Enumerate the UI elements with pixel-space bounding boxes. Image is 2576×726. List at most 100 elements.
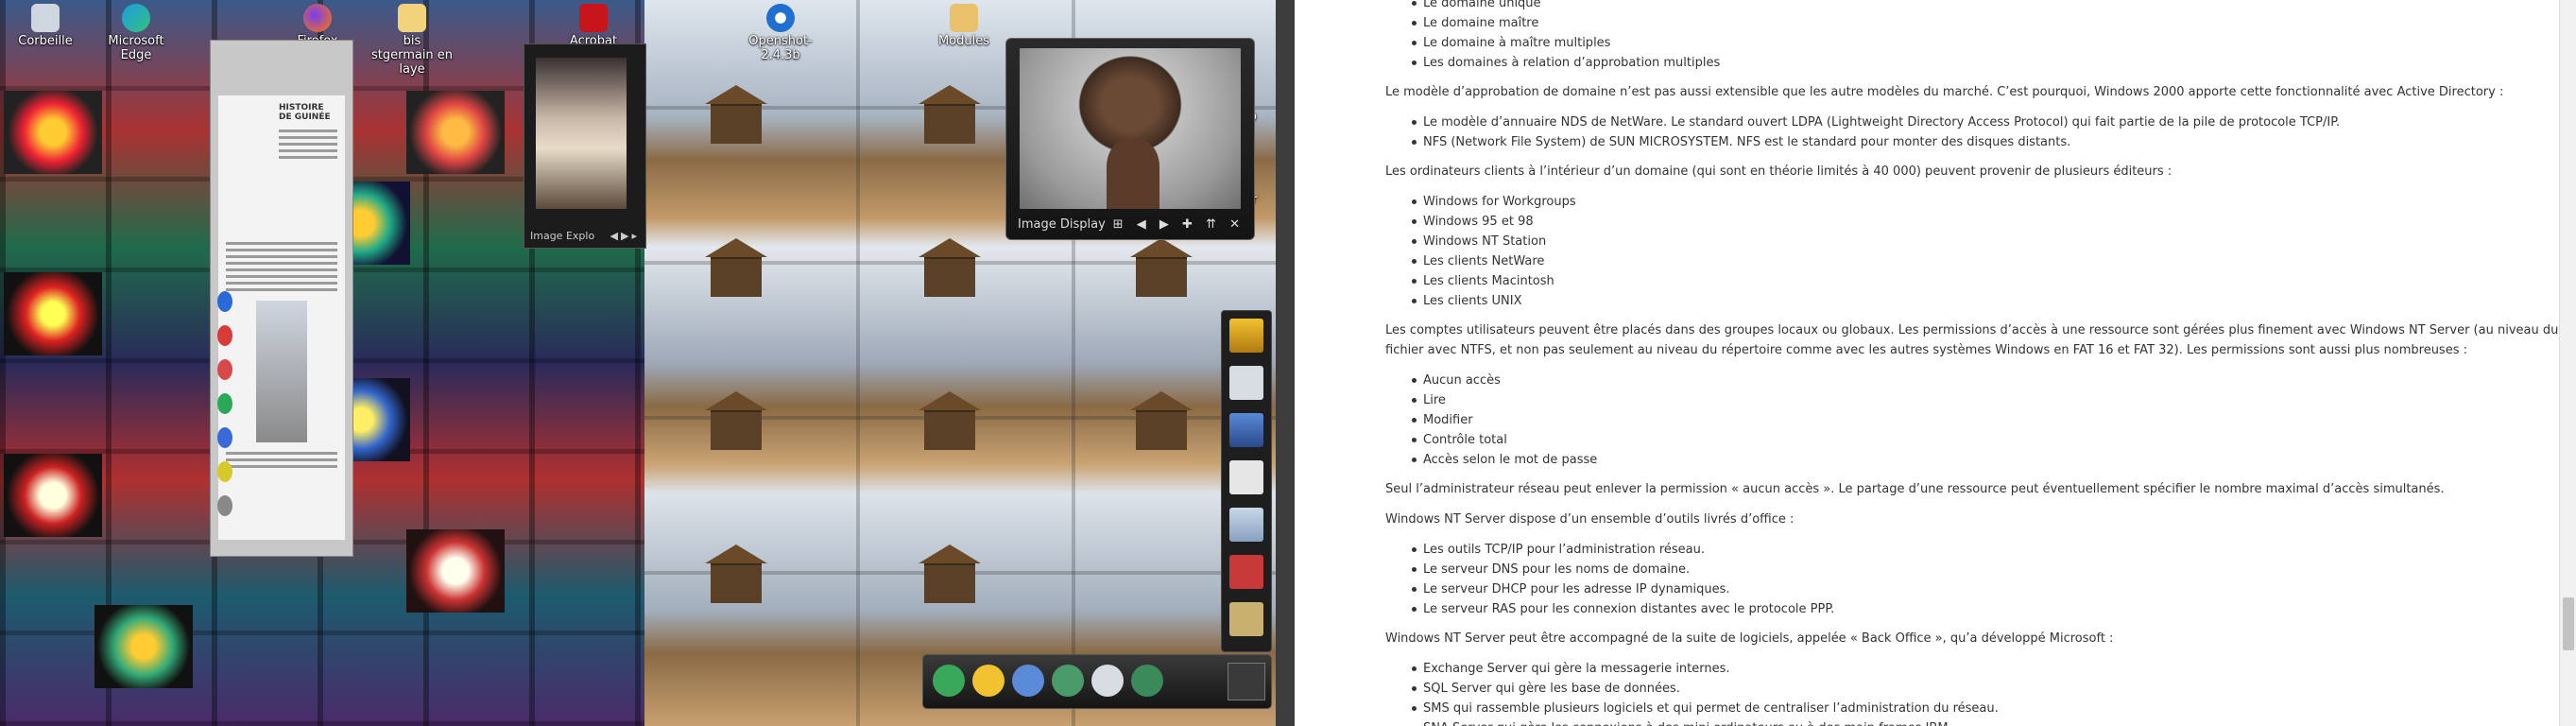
list-item: Contrôle total xyxy=(1385,430,2559,450)
dock-app-icon[interactable] xyxy=(1131,665,1163,697)
window-divider xyxy=(1276,0,1295,726)
desktop-icon-edge[interactable]: Microsoft Edge xyxy=(94,4,178,62)
recycle-bin-icon xyxy=(31,4,60,32)
dock-app-icon[interactable] xyxy=(972,665,1005,697)
cabin-shape xyxy=(705,238,767,297)
dock-app-icon[interactable] xyxy=(1012,665,1044,697)
launcher-app-icon[interactable] xyxy=(1229,413,1263,447)
dock-app-icon[interactable] xyxy=(1052,665,1084,697)
cabin-shape xyxy=(1130,391,1193,450)
cabin-shape xyxy=(705,391,767,450)
list-item: Exchange Server qui gère la messagerie i… xyxy=(1385,659,2559,679)
list-item: Aucun accès xyxy=(1385,371,2559,390)
bullet-list: Windows for Workgroups Windows 95 et 98 Wi… xyxy=(1385,192,2559,311)
wallpaper-tile xyxy=(4,272,102,355)
paragraph: Les comptes utilisateurs peuvent être pl… xyxy=(1385,323,2559,357)
document-page: HISTOIRE DE GUINÉE xyxy=(218,95,345,540)
desktop-icon-modules[interactable]: Modules xyxy=(922,4,1005,48)
wallpaper-tile xyxy=(406,529,505,613)
launcher-app-icon[interactable] xyxy=(1229,602,1263,636)
edge-icon xyxy=(122,4,150,32)
cabin-shape xyxy=(705,544,767,603)
next-icon[interactable]: ▶ xyxy=(1159,217,1174,232)
acrobat-icon xyxy=(579,4,608,32)
image-explorer-controls[interactable]: ◀▶▸ xyxy=(610,230,640,242)
launcher-app-icon[interactable] xyxy=(1229,460,1263,494)
bullet-list: Le domaine unique Le domaine maître Le dom… xyxy=(1385,0,2559,73)
folder-icon xyxy=(398,4,426,32)
list-item: Le serveur DNS pour les noms de domaine. xyxy=(1385,560,2559,579)
document-pane: Le domaine unique Le domaine maître Le dom… xyxy=(1295,0,2559,726)
cabin-shape xyxy=(705,85,767,144)
monument-image xyxy=(256,301,307,442)
preview-image xyxy=(536,58,627,209)
vertical-scrollbar[interactable] xyxy=(2559,0,2576,726)
cabin-shape xyxy=(919,85,981,144)
list-item: Le domaine unique xyxy=(1385,0,2559,13)
desktop-icon-label: Modules xyxy=(937,34,990,48)
dock-app-icon[interactable] xyxy=(1091,665,1124,697)
launcher-app-icon[interactable] xyxy=(1229,319,1263,353)
cabin-shape xyxy=(1130,238,1193,297)
previous-icon[interactable]: ◀ xyxy=(1137,217,1151,232)
list-item: Le serveur DHCP pour les adresse IP dyna… xyxy=(1385,579,2559,599)
list-item: Lire xyxy=(1385,390,2559,410)
close-icon[interactable]: ✕ xyxy=(1229,217,1245,232)
bullet-list: Aucun accès Lire Modifier Contrôle total Acc… xyxy=(1385,371,2559,470)
cabin-shape xyxy=(919,238,981,297)
image-display-controls: ⊞ ◀ ▶ ✚ ⇈ ✕ xyxy=(1113,217,1245,232)
list-item: Windows for Workgroups xyxy=(1385,192,2559,212)
launcher-app-icon[interactable] xyxy=(1229,555,1263,589)
desktop-icon-label: bis stgermain en laye xyxy=(370,34,454,77)
firefox-icon xyxy=(303,4,332,32)
list-item: Le domaine maître xyxy=(1385,13,2559,33)
wallpaper-tile xyxy=(406,91,505,174)
list-item: SMS qui rassemble plusieurs logiciels et… xyxy=(1385,699,2559,718)
desktop-icon-label: Microsoft Edge xyxy=(108,34,164,62)
list-item: Le serveur RAS pour les connexion distan… xyxy=(1385,599,2559,619)
paragraph: Seul l’administrateur réseau peut enleve… xyxy=(1385,482,2445,496)
wallpaper-tile xyxy=(4,454,102,537)
desktop-icon-folder[interactable]: bis stgermain en laye xyxy=(370,4,454,77)
wallpaper-tile xyxy=(4,91,102,174)
grid-icon[interactable]: ⊞ xyxy=(1113,217,1128,232)
color-dots xyxy=(217,291,234,516)
list-item: Les clients Macintosh xyxy=(1385,271,2559,291)
add-icon[interactable]: ✚ xyxy=(1182,217,1197,232)
image-explorer-window[interactable]: Image Explo ◀▶▸ xyxy=(524,43,646,249)
image-display-window[interactable]: Image Display ⊞ ◀ ▶ ✚ ⇈ ✕ xyxy=(1005,38,1255,240)
vertical-launcher xyxy=(1221,310,1272,652)
list-item: Les domaines à relation d’approbation mu… xyxy=(1385,53,2559,73)
document-heading: HISTOIRE DE GUINÉE xyxy=(279,103,331,122)
bottom-dock xyxy=(922,654,1272,709)
desktop: Corbeille Microsoft Edge Firefox bis stg… xyxy=(0,0,1295,726)
bullet-list: Exchange Server qui gère la messagerie i… xyxy=(1385,659,2559,726)
scrollbar-thumb[interactable] xyxy=(2563,597,2574,650)
list-item: Les clients UNIX xyxy=(1385,291,2559,311)
list-item: Windows 95 et 98 xyxy=(1385,212,2559,232)
list-item: Le modèle d’annuaire NDS de NetWare. Le … xyxy=(1385,112,2559,132)
openshot-icon xyxy=(766,4,795,32)
paragraph: Windows NT Server dispose d’un ensemble … xyxy=(1385,512,1795,527)
list-item: NFS (Network File System) de SUN MICROSY… xyxy=(1385,132,2559,152)
cabin-shape xyxy=(919,391,981,450)
list-item: Les outils TCP/IP pour l’administration … xyxy=(1385,540,2559,560)
dock-app-icon[interactable] xyxy=(933,665,965,697)
image-explorer-caption: Image Explo xyxy=(530,230,595,242)
desktop-icon-openshot[interactable]: Openshot-2.4.3b xyxy=(739,4,822,62)
desktop-icon-recycle-bin[interactable]: Corbeille xyxy=(4,4,87,48)
calculator-icon[interactable] xyxy=(1228,663,1265,700)
fit-icon[interactable]: ⇈ xyxy=(1206,217,1221,232)
paragraph: Les ordinateurs clients à l’intérieur d’… xyxy=(1385,164,2172,179)
desktop-icon-label: Openshot-2.4.3b xyxy=(748,34,813,62)
launcher-app-icon[interactable] xyxy=(1229,366,1263,400)
document-content: Le domaine unique Le domaine maître Le dom… xyxy=(1385,0,2559,726)
paragraph: Le modèle d’approbation de domaine n’est… xyxy=(1385,85,2504,99)
list-item: Modifier xyxy=(1385,410,2559,430)
displayed-photo xyxy=(1020,48,1241,209)
paragraph: Windows NT Server peut être accompagné d… xyxy=(1385,631,2114,646)
list-item: SQL Server qui gère les base de données. xyxy=(1385,679,2559,699)
launcher-app-icon[interactable] xyxy=(1229,508,1263,542)
list-item: SNA Server qui gère les connexions à des… xyxy=(1385,718,2559,726)
list-item: Accès selon le mot de passe xyxy=(1385,450,2559,470)
